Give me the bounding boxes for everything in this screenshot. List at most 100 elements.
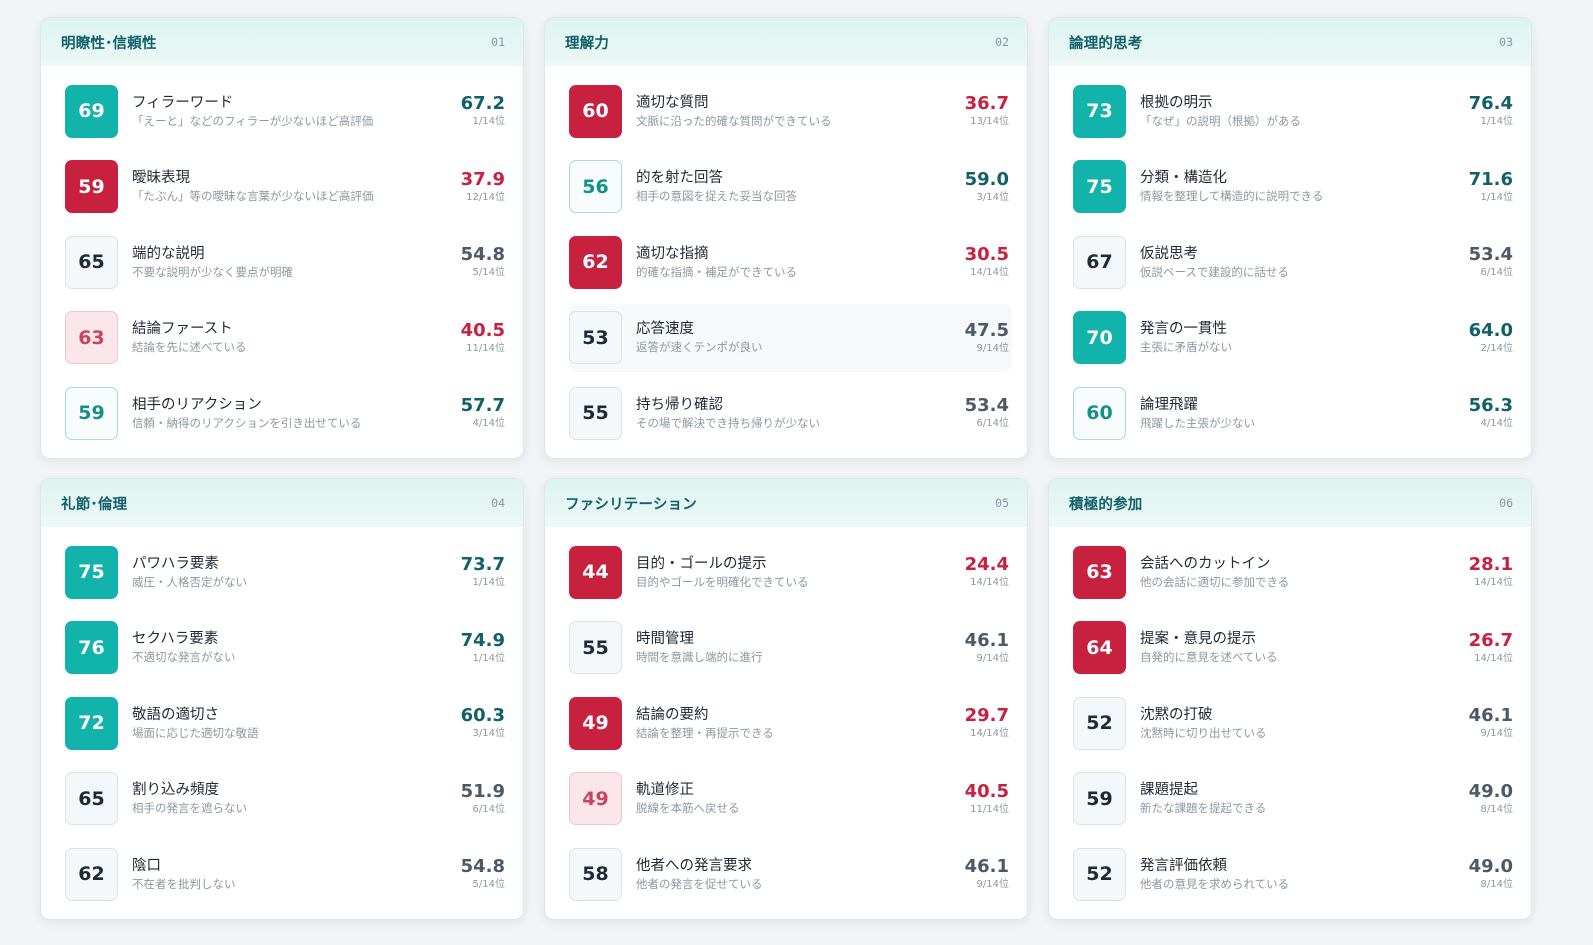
category-card: 理解力 02 60 適切な質問 文脈に沿った的確な質問ができている 36.7 13/14位 5… [544, 17, 1028, 459]
metric-row[interactable]: 58 他者への発言要求 他者の発言を促せている 46.1 9/14位 [569, 840, 1012, 908]
metric-row[interactable]: 55 持ち帰り確認 その場で解決でき持ち帰りが少ない 53.4 6/14位 [569, 379, 1012, 447]
metric-value: 26.7 [1468, 629, 1513, 651]
metric-score: 29.7 14/14位 [942, 705, 1012, 741]
metric-description: 他の会話に適切に参加できる [1140, 574, 1290, 589]
metric-description: 時間を意識し端的に進行 [636, 650, 763, 664]
metric-value: 46.1 [964, 629, 1009, 651]
metric-row[interactable]: 65 端的な説明 不要な説明が少なく要点が明確 54.8 5/14位 [65, 228, 508, 296]
metric-row[interactable]: 60 論理飛躍 飛躍した主張が少ない 56.3 4/14位 [1073, 379, 1516, 447]
metric-row[interactable]: 60 適切な質問 文脈に沿った的確な質問ができている 36.7 13/14位 [569, 77, 1012, 145]
metric-rank: 3/14位 [472, 728, 505, 739]
metric-info: 軌道修正 脱線を本筋へ戻せる [622, 781, 942, 816]
metric-rank: 9/14位 [976, 879, 1009, 890]
metric-rank: 4/14位 [1480, 418, 1513, 429]
metric-label: 根拠の明示 [1140, 94, 1213, 111]
metric-rank: 14/14位 [970, 577, 1009, 588]
score-badge: 49 [569, 696, 622, 750]
metric-row[interactable]: 59 課題提起 新たな課題を提起できる 49.0 8/14位 [1073, 765, 1516, 833]
metric-value: 46.1 [964, 856, 1009, 877]
score-badge: 60 [1073, 386, 1126, 440]
card-title: 積極的参加 [1069, 496, 1143, 513]
card-header: 理解力 02 [545, 18, 1027, 66]
metric-rank: 9/14位 [976, 342, 1009, 354]
metric-row[interactable]: 72 敬語の適切さ 場面に応じた適切な敬語 60.3 3/14位 [65, 689, 508, 757]
metric-score: 37.9 12/14位 [438, 169, 508, 205]
metric-row[interactable]: 52 発言評価依頼 他者の意見を求められている 49.0 8/14位 [1073, 840, 1516, 908]
metric-row[interactable]: 65 割り込み頻度 相手の発言を遮らない 51.9 6/14位 [65, 765, 508, 833]
metric-row[interactable]: 49 軌道修正 脱線を本筋へ戻せる 40.5 11/14位 [569, 765, 1012, 833]
category-card: 論理的思考 03 73 根拠の明示 「なぜ」の説明（根拠）がある 76.4 1/14位 75 分… [1048, 17, 1532, 459]
metric-value: 53.4 [1468, 244, 1513, 265]
metric-row[interactable]: 56 的を射た回答 相手の意図を捉えた妥当な回答 59.0 3/14位 [569, 153, 1012, 221]
metric-row[interactable]: 63 会話へのカットイン 他の会話に適切に参加できる 28.1 14/14位 [1073, 538, 1516, 606]
score-badge: 73 [1073, 84, 1126, 138]
card-number: 02 [995, 35, 1009, 49]
metric-info: 曖昧表現 「たぶん」等の曖昧な言葉が少ないほど高評価 [118, 169, 438, 204]
metric-score: 59.0 3/14位 [942, 169, 1012, 205]
metric-row[interactable]: 75 分類・構造化 情報を整理して構造的に説明できる 71.6 1/14位 [1073, 153, 1516, 221]
category-card: 礼節･倫理 04 75 パワハラ要素 威圧・人格否定がない 73.7 1/14位 76 セクハラ… [40, 478, 524, 920]
card-header: 積極的参加 06 [1049, 479, 1531, 527]
metric-row[interactable]: 64 提案・意見の提示 自発的に意見を述べている 26.7 14/14位 [1073, 614, 1516, 682]
metric-row[interactable]: 62 陰口 不在者を批判しない 54.8 5/14位 [65, 840, 508, 908]
metric-info: 端的な説明 不要な説明が少なく要点が明確 [118, 245, 438, 280]
metric-score: 53.4 6/14位 [942, 395, 1012, 431]
card-number: 01 [491, 35, 505, 49]
metric-label: 発言評価依頼 [1140, 857, 1227, 874]
metric-value: 54.8 [460, 856, 505, 877]
score-badge: 44 [569, 545, 622, 599]
metric-description: 目的やゴールを明確化できている [636, 574, 809, 589]
metric-description: 「たぶん」等の曖昧な言葉が少ないほど高評価 [132, 189, 374, 203]
metric-row[interactable]: 76 セクハラ要素 不適切な発言がない 74.9 1/14位 [65, 614, 508, 682]
metric-row[interactable]: 70 発言の一貫性 主張に矛盾がない 64.0 2/14位 [1073, 304, 1516, 372]
metric-rank: 1/14位 [1480, 191, 1513, 203]
metric-info: 会話へのカットイン 他の会話に適切に参加できる [1126, 555, 1446, 590]
score-badge: 62 [65, 847, 118, 901]
metric-value: 49.0 [1468, 856, 1513, 877]
category-card-grid: 明瞭性･信頼性 01 69 フィラーワード 「えーと」などのフィラーが少ないほど高評価 6… [40, 17, 1532, 920]
metric-rank: 1/14位 [472, 652, 505, 664]
metric-score: 46.1 9/14位 [1446, 705, 1516, 741]
metric-label: 端的な説明 [132, 245, 205, 262]
metric-row[interactable]: 67 仮説思考 仮説ベースで建設的に話せる 53.4 6/14位 [1073, 228, 1516, 296]
metric-rank: 12/14位 [466, 191, 505, 203]
metric-row[interactable]: 62 適切な指摘 的確な指摘・補足ができている 30.5 14/14位 [569, 228, 1012, 296]
metric-row[interactable]: 63 結論ファースト 結論を先に述べている 40.5 11/14位 [65, 304, 508, 372]
score-badge: 52 [1073, 847, 1126, 901]
metric-description: 他者の意見を求められている [1140, 876, 1290, 891]
score-badge: 69 [65, 84, 118, 138]
metric-row[interactable]: 52 沈黙の打破 沈黙時に切り出せている 46.1 9/14位 [1073, 689, 1516, 757]
metric-value: 49.0 [1468, 780, 1513, 802]
metric-row[interactable]: 49 結論の要約 結論を整理・再提示できる 29.7 14/14位 [569, 689, 1012, 757]
metric-rank: 14/14位 [1474, 652, 1513, 664]
metric-row[interactable]: 69 フィラーワード 「えーと」などのフィラーが少ないほど高評価 67.2 1/14位 [65, 77, 508, 145]
metric-description: 相手の発言を遮らない [132, 801, 247, 815]
metric-row[interactable]: 59 曖昧表現 「たぶん」等の曖昧な言葉が少ないほど高評価 37.9 12/14位 [65, 153, 508, 221]
metric-info: 課題提起 新たな課題を提起できる [1126, 781, 1446, 816]
metric-value: 64.0 [1468, 319, 1513, 341]
metric-score: 60.3 3/14位 [438, 705, 508, 741]
metric-row[interactable]: 75 パワハラ要素 威圧・人格否定がない 73.7 1/14位 [65, 538, 508, 606]
metric-info: 発言評価依頼他者の意見を求められている [1126, 857, 1446, 892]
metric-description: 脱線を本筋へ戻せる [636, 801, 740, 815]
score-badge: 49 [569, 772, 622, 825]
score-badge: 60 [569, 84, 622, 138]
metric-rank: 14/14位 [1474, 577, 1513, 588]
metric-score: 36.7 13/14位 [942, 93, 1012, 129]
metric-row[interactable]: 53 応答速度 返答が速くテンポが良い 47.5 9/14位 [569, 303, 1012, 372]
metric-score: 46.1 9/14位 [942, 630, 1012, 666]
metric-row[interactable]: 44 目的・ゴールの提示 目的やゴールを明確化できている 24.4 14/14位 [569, 538, 1012, 606]
metric-score: 40.5 11/14位 [438, 320, 508, 356]
metric-score: 53.4 6/14位 [1446, 244, 1516, 280]
metric-rank: 13/14位 [970, 116, 1009, 127]
metric-row[interactable]: 73 根拠の明示 「なぜ」の説明（根拠）がある 76.4 1/14位 [1073, 77, 1516, 145]
score-badge: 55 [569, 621, 622, 674]
metric-value: 60.3 [460, 705, 505, 726]
metric-rank: 1/14位 [472, 116, 505, 127]
metric-row[interactable]: 55 時間管理 時間を意識し端的に進行 46.1 9/14位 [569, 614, 1012, 682]
metric-value: 40.5 [460, 319, 505, 341]
metric-info: 敬語の適切さ 場面に応じた適切な敬語 [118, 706, 438, 741]
metric-row[interactable]: 59 相手のリアクション 信頼・納得のリアクションを引き出せている 57.7 4/14位 [65, 379, 508, 447]
metric-list: 44 目的・ゴールの提示 目的やゴールを明確化できている 24.4 14/14位 55 時間… [545, 527, 1027, 908]
metric-description: 不適切な発言がない [132, 650, 236, 664]
